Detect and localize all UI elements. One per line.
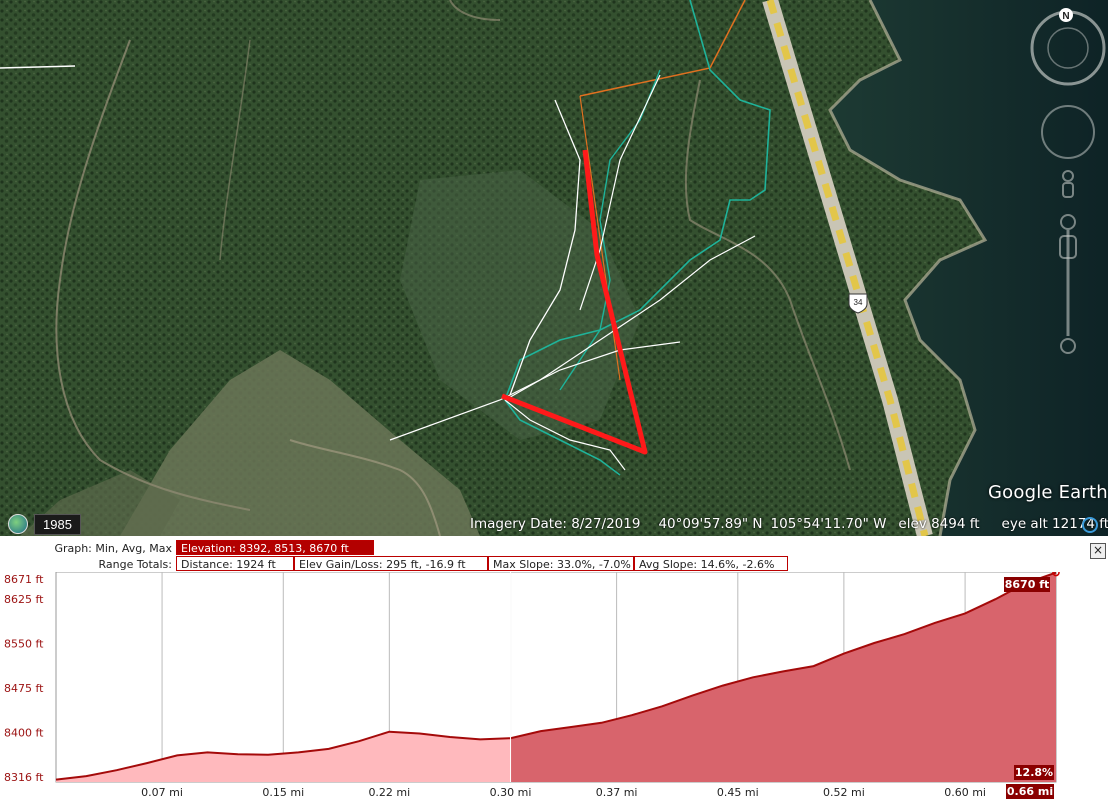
slope-label: 12.8% bbox=[1015, 766, 1053, 779]
elevation-profile-chart[interactable]: 8671 ft 8625 ft 8550 ft 8475 ft 8400 ft 8316 … bbox=[0, 572, 1108, 800]
longitude: 105°54'11.70" W bbox=[770, 516, 887, 532]
street-view-pegman-icon[interactable] bbox=[1062, 170, 1074, 198]
compass-ring-icon[interactable]: N bbox=[1030, 8, 1106, 86]
range-totals-label: Range Totals: bbox=[98, 558, 173, 571]
range-totals-row: Range Totals: Distance: 1924 ft Elev Gai… bbox=[0, 555, 1108, 573]
status-bar: Imagery Date: 8/27/2019 40°09'57.89" N 105… bbox=[470, 516, 1108, 532]
google-earth-logo: Google Earth bbox=[988, 482, 1108, 503]
x-tick-label: 0.60 mi bbox=[944, 786, 986, 799]
elevation-readout: elev 8494 ft bbox=[898, 516, 980, 532]
x-tick-label: 0.22 mi bbox=[368, 786, 410, 799]
imagery-date: Imagery Date: 8/27/2019 bbox=[470, 516, 641, 532]
x-tick-label: 0.07 mi bbox=[141, 786, 183, 799]
x-tick-label: 0.37 mi bbox=[596, 786, 638, 799]
y-tick-label: 8550 ft bbox=[4, 638, 44, 651]
map-view[interactable]: 34 N Google Earth 1985 Imagery Date: 8/2… bbox=[0, 0, 1108, 536]
y-tick-label: 8625 ft bbox=[4, 593, 44, 606]
streaming-status-icon bbox=[1082, 517, 1098, 533]
x-tick-label: 0.52 mi bbox=[823, 786, 865, 799]
x-tick-label: 0.45 mi bbox=[717, 786, 759, 799]
clock-icon[interactable] bbox=[8, 514, 28, 534]
look-joystick-icon[interactable] bbox=[1041, 105, 1095, 159]
distance-cursor-label: 0.66 mi bbox=[1007, 785, 1053, 798]
y-axis: 8671 ft 8625 ft 8550 ft 8475 ft 8400 ft 8316 … bbox=[4, 573, 44, 784]
max-slope-stat: Max Slope: 33.0%, -7.0% bbox=[488, 556, 634, 571]
elevation-stats[interactable]: Elevation: 8392, 8513, 8670 ft bbox=[176, 540, 374, 555]
navigation-controls[interactable]: N bbox=[1024, 6, 1108, 366]
y-tick-label: 8400 ft bbox=[4, 726, 44, 739]
zoom-slider-icon[interactable] bbox=[1059, 214, 1077, 354]
latitude: 40°09'57.89" N bbox=[658, 516, 763, 532]
max-elevation-label: 8670 ft bbox=[1005, 578, 1050, 591]
satellite-imagery[interactable]: 34 bbox=[0, 0, 1108, 536]
x-tick-label: 0.15 mi bbox=[262, 786, 304, 799]
compass-north-letter: N bbox=[1062, 11, 1069, 22]
avg-slope-stat: Avg Slope: 14.6%, -2.6% bbox=[634, 556, 788, 571]
x-tick-label: 0.30 mi bbox=[490, 786, 532, 799]
y-tick-label: 8475 ft bbox=[4, 682, 44, 695]
highway-label: 34 bbox=[854, 298, 863, 307]
y-tick-label: 8671 ft bbox=[4, 573, 44, 586]
elev-gain-loss-stat: Elev Gain/Loss: 295 ft, -16.9 ft bbox=[294, 556, 488, 571]
y-tick-label: 8316 ft bbox=[4, 771, 44, 784]
historical-imagery-control[interactable]: 1985 bbox=[8, 513, 81, 535]
graph-label: Graph: Min, Avg, Max bbox=[54, 542, 172, 555]
x-axis: 0.07 mi 0.15 mi 0.22 mi 0.30 mi 0.37 mi 0.45 … bbox=[141, 786, 986, 799]
distance-stat: Distance: 1924 ft bbox=[176, 556, 294, 571]
historical-year[interactable]: 1985 bbox=[34, 513, 81, 535]
